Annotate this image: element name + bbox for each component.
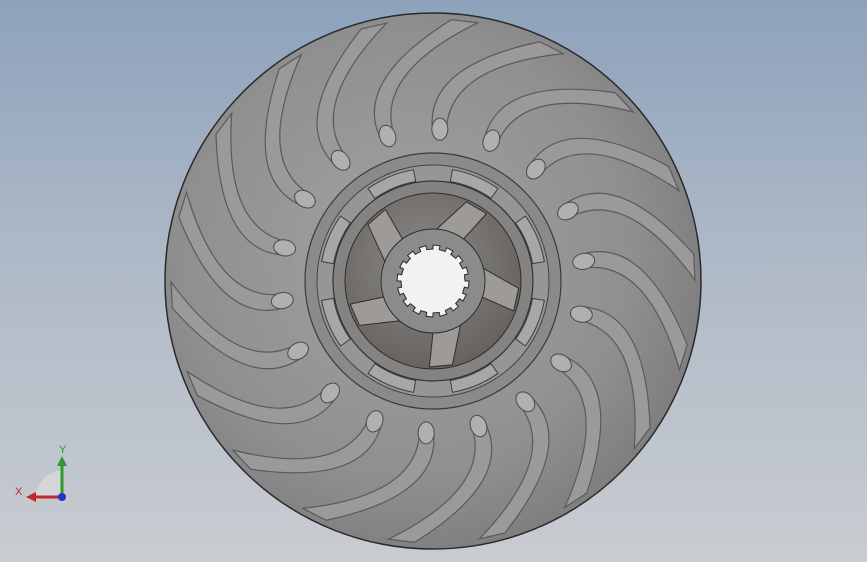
triad-y-label: Y <box>59 444 67 456</box>
triad-x-label: X <box>15 486 23 498</box>
triad-z-axis-dot <box>58 493 66 501</box>
triad-y-arrow <box>57 456 67 466</box>
orientation-triad: Y X <box>15 444 67 502</box>
blade-root-tip <box>417 421 435 445</box>
graphics-viewport[interactable]: Y X <box>0 0 867 562</box>
triad-x-arrow <box>26 492 36 502</box>
blade-root-tip <box>431 117 449 141</box>
triad-plane-shade <box>35 470 62 497</box>
fan-impeller-model[interactable] <box>0 0 867 562</box>
splined-bore <box>396 244 470 318</box>
